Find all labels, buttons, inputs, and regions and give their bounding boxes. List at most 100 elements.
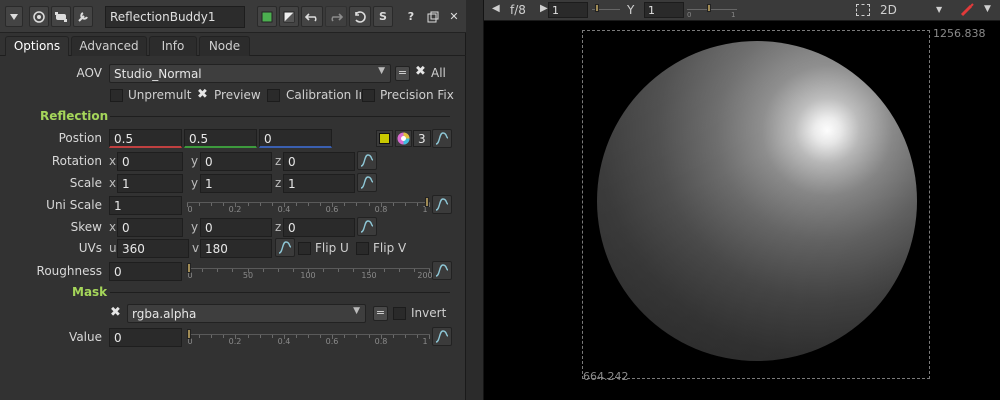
gamma-tick-min: 0 [687, 11, 692, 19]
node-settings-icon[interactable] [29, 6, 49, 27]
tab-info[interactable]: Info [149, 36, 197, 56]
gamma-field[interactable]: 1 [644, 2, 684, 18]
next-frame-icon[interactable]: ▶ [540, 3, 548, 14]
roi-icon[interactable] [856, 4, 870, 16]
node-name-field[interactable]: ReflectionBuddy1 [105, 6, 245, 28]
frame-slider[interactable] [592, 2, 620, 18]
animation-curve-icon[interactable] [432, 327, 452, 346]
animation-curve-icon[interactable] [432, 195, 452, 214]
animation-curve-icon[interactable] [275, 238, 295, 257]
tab-advanced[interactable]: Advanced [71, 36, 147, 56]
rotation-y-field[interactable]: 0 [200, 152, 272, 171]
revert-icon[interactable] [349, 6, 371, 27]
slider-tick [344, 335, 345, 338]
tab-options[interactable]: Options [5, 36, 69, 56]
slider-tick-label: 150 [361, 271, 377, 280]
preview-checkbox[interactable]: ✖ [196, 88, 209, 102]
slider-tick [211, 203, 212, 206]
rotation-z-field[interactable]: 0 [283, 152, 355, 171]
scale-x-field[interactable]: 1 [117, 174, 183, 193]
python-icon[interactable] [51, 6, 71, 27]
s-icon[interactable]: S [373, 6, 393, 27]
slider-tick [296, 203, 297, 206]
viewer-menu-icon[interactable]: ▼ [984, 4, 991, 14]
aov-all-checkbox[interactable]: ✖ [414, 65, 427, 79]
animation-curve-icon[interactable] [432, 129, 452, 148]
close-icon[interactable]: ✕ [445, 6, 463, 27]
slider-handle[interactable] [707, 4, 711, 12]
mask-enable-checkbox[interactable]: ✖ [109, 306, 122, 320]
frame-increment-label: f/8 [510, 3, 526, 17]
slider-tick [260, 335, 261, 338]
invert-checkbox[interactable] [393, 307, 406, 320]
channel-count-field[interactable]: 3 [413, 130, 431, 147]
color-picker-button[interactable] [376, 130, 393, 147]
section-divider [110, 116, 450, 117]
uni-scale-label: Uni Scale [46, 198, 102, 212]
panel-splitter[interactable] [466, 0, 484, 400]
half-swatch-icon[interactable] [279, 6, 299, 27]
float-panel-icon[interactable] [423, 6, 443, 27]
mask-channel-dropdown[interactable]: rgba.alpha ▼ [127, 304, 366, 323]
position-y-field[interactable]: 0.5 [184, 129, 257, 148]
skew-x-field[interactable]: 0 [117, 218, 183, 237]
help-icon[interactable]: ? [401, 6, 421, 27]
slider-tick [223, 203, 224, 206]
slider-tick [278, 269, 279, 272]
slider-handle[interactable] [187, 329, 191, 339]
tab-bar: Options Advanced Info Node [0, 34, 466, 56]
undo-icon[interactable] [301, 6, 323, 27]
position-z-field[interactable]: 0 [259, 129, 332, 148]
wrench-icon[interactable] [73, 6, 93, 27]
flip-u-checkbox[interactable] [298, 242, 311, 255]
slider-tick [429, 203, 430, 207]
flip-v-checkbox[interactable] [356, 242, 369, 255]
skew-y-field[interactable]: 0 [200, 218, 272, 237]
uni-scale-field[interactable]: 1 [109, 196, 182, 215]
scale-y-field[interactable]: 1 [200, 174, 272, 193]
redo-icon[interactable] [325, 6, 347, 27]
slider-handle[interactable] [595, 4, 599, 12]
color-wheel-button[interactable] [395, 130, 412, 147]
flip-v-label: Flip V [373, 241, 407, 255]
view-mode-dropdown[interactable]: 2D [880, 3, 897, 17]
chevron-down-icon[interactable]: ▼ [936, 5, 942, 14]
uvs-u-field[interactable]: 360 [117, 239, 189, 258]
animation-curve-icon[interactable] [357, 217, 377, 236]
aov-dropdown[interactable]: Studio_Normal ▼ [109, 64, 391, 83]
animation-curve-icon[interactable] [432, 261, 452, 280]
scale-z-field[interactable]: 1 [283, 174, 355, 193]
slider-tick [248, 335, 249, 338]
rotation-x-field[interactable]: 0 [117, 152, 183, 171]
viewer-canvas[interactable]: 1256.838 664.242 [484, 21, 1000, 400]
tab-node[interactable]: Node [199, 36, 250, 56]
roughness-field[interactable]: 0 [109, 262, 182, 281]
uvs-label: UVs [78, 241, 102, 255]
uvs-v-field[interactable]: 180 [200, 239, 272, 258]
skew-z-field[interactable]: 0 [283, 218, 355, 237]
collapse-arrow-icon[interactable] [5, 6, 23, 27]
previous-frame-icon[interactable]: ◀ [492, 3, 500, 14]
slider-handle[interactable] [425, 197, 429, 207]
value-slider[interactable]: 0 0.2 0.4 0.6 0.8 1 [187, 326, 430, 346]
animation-curve-icon[interactable] [357, 173, 377, 192]
slider-handle[interactable] [187, 263, 191, 273]
aov-link-button[interactable]: = [395, 66, 410, 81]
precision-fix-checkbox[interactable] [362, 89, 375, 102]
calibration-checkbox[interactable] [267, 89, 280, 102]
slider-tick [417, 203, 418, 206]
mask-link-button[interactable]: = [373, 306, 388, 321]
color-swatch-icon[interactable] [257, 6, 277, 27]
value-field[interactable]: 0 [109, 328, 182, 347]
unpremult-checkbox[interactable] [110, 89, 123, 102]
slider-tick [260, 203, 261, 206]
slider-tick [217, 269, 218, 272]
slider-tick [338, 269, 339, 272]
position-x-field[interactable]: 0.5 [109, 129, 182, 148]
paint-icon[interactable] [960, 3, 974, 17]
frame-field[interactable]: 1 [548, 2, 588, 18]
roughness-slider[interactable]: 0 50 100 150 200 [187, 260, 433, 280]
uni-scale-slider[interactable]: 0 0.2 0.4 0.6 0.8 1 [187, 194, 430, 214]
animation-curve-icon[interactable] [357, 151, 377, 170]
gamma-slider[interactable]: 0 1 [687, 2, 737, 19]
